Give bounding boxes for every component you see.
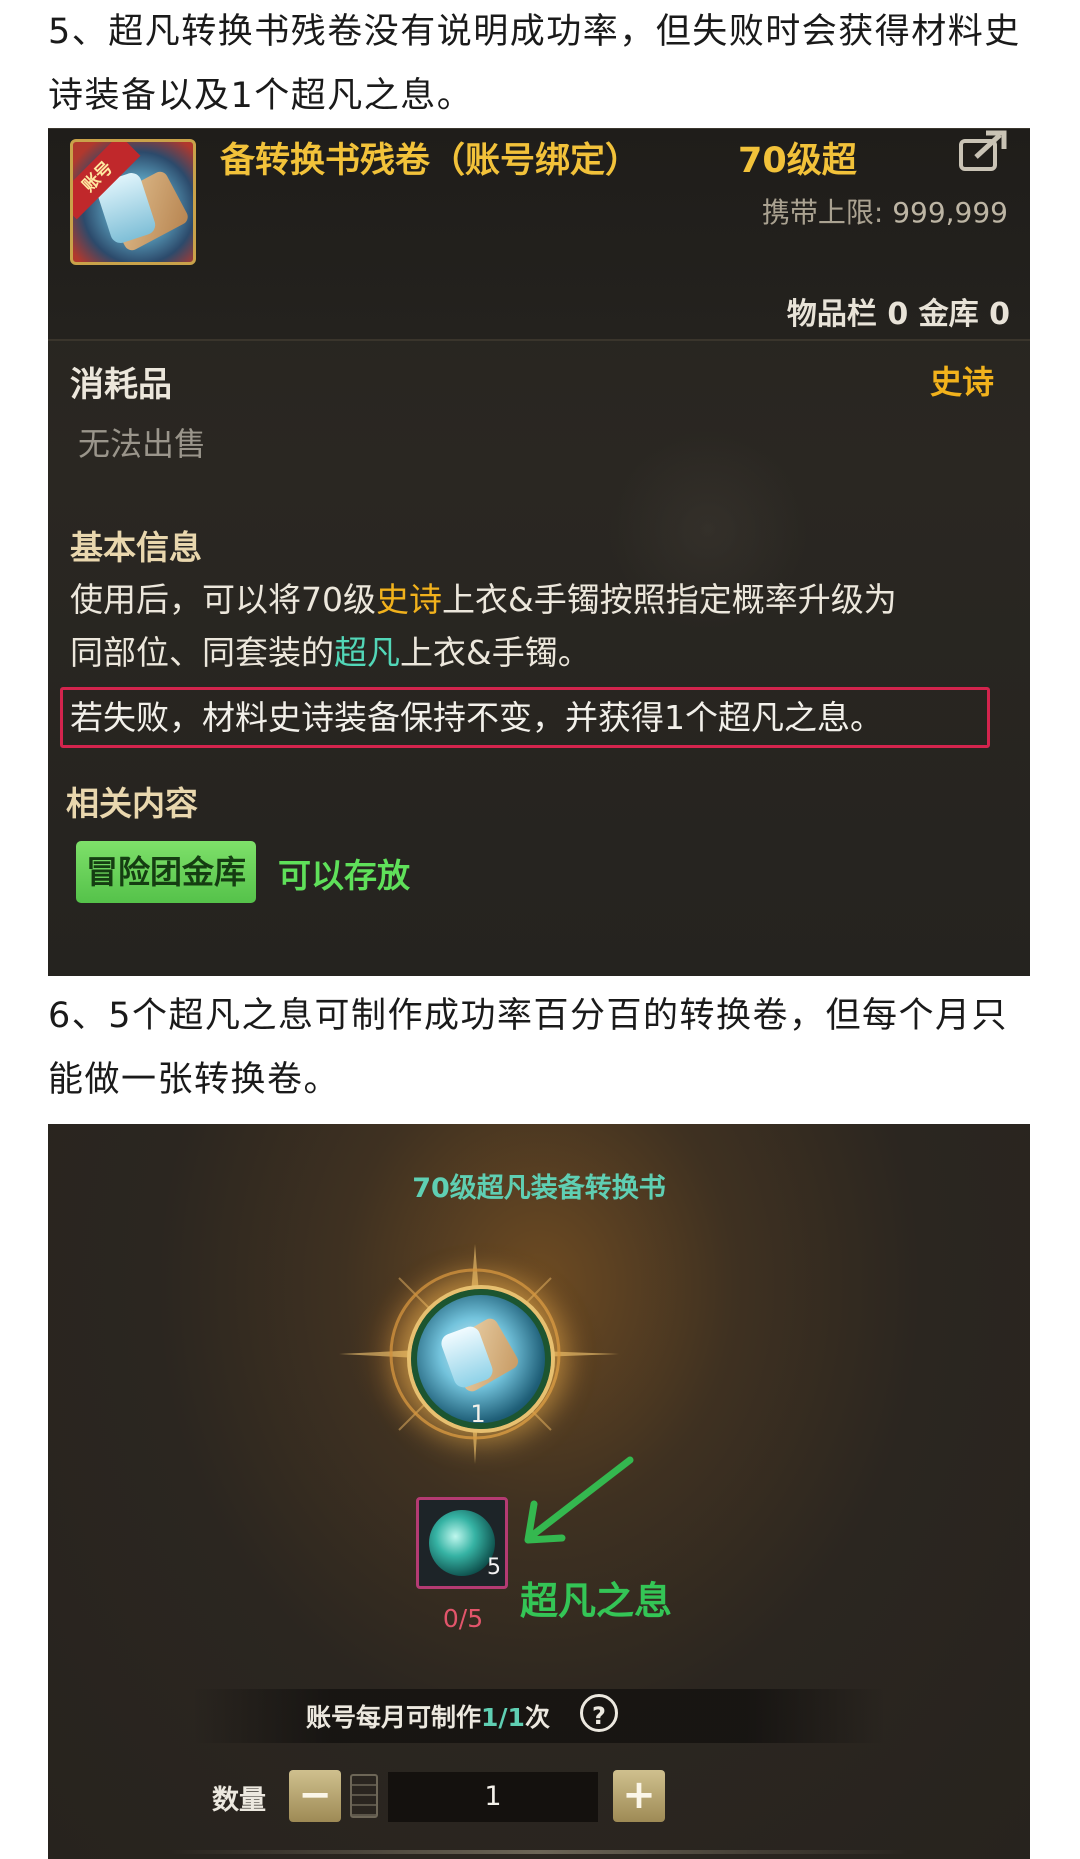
- description-text: 上衣&手镯。: [400, 633, 591, 672]
- carry-limit: 携带上限: 999,999: [762, 191, 1008, 231]
- monthly-limit-text: 账号每月可制作1/1次: [306, 1698, 550, 1734]
- help-icon[interactable]: ?: [580, 1694, 618, 1732]
- legendary-keyword: 超凡: [334, 633, 400, 672]
- basic-info-title: 基本信息: [70, 528, 202, 567]
- description-line-2: 同部位、同套装的超凡上衣&手镯。: [70, 626, 1010, 679]
- item-rarity: 史诗: [929, 363, 994, 401]
- vault-count: 0: [989, 297, 1010, 332]
- item-tooltip: 账号 备转换书残卷（账号绑定） 70级超 携带上限: 999,999 物品栏 0…: [48, 128, 1030, 976]
- divider: [168, 1850, 908, 1854]
- vault-label: 金库: [918, 297, 979, 332]
- description-line-1: 使用后，可以将70级史诗上衣&手镯按照指定概率升级为: [70, 573, 1010, 626]
- breath-annotation: 超凡之息: [520, 1579, 673, 1623]
- craft-panel: 70级超凡装备转换书 1 5 0/5 超凡之息 账号每月可制作1/1次 ? 数量…: [48, 1124, 1030, 1859]
- item-category: 消耗品: [70, 365, 172, 405]
- description-text: 上衣&手镯按照指定概率升级为: [442, 580, 897, 619]
- article-paragraph-6: 6、5个超凡之息可制作成功率百分百的转换卷，但每个月只能做一张转换卷。: [48, 996, 1009, 1100]
- increase-quantity-button[interactable]: +: [613, 1770, 665, 1822]
- item-icon: 账号: [70, 139, 196, 265]
- related-content-title: 相关内容: [66, 784, 198, 823]
- epic-keyword: 史诗: [376, 580, 442, 619]
- monthly-count: 1/1: [481, 1703, 525, 1732]
- item-name: 备转换书残卷（账号绑定）: [220, 141, 641, 181]
- breath-material-slot[interactable]: 5: [416, 1497, 508, 1589]
- article-paragraph-5: 5、超凡转换书残卷没有说明成功率，但失败时会获得材料史诗装备以及1个超凡之息。: [48, 12, 1021, 116]
- description-text: 使用后，可以将70级: [70, 580, 376, 619]
- breath-progress: 0/5: [442, 1604, 484, 1633]
- carry-limit-label: 携带上限:: [761, 196, 884, 229]
- tooltip-header: 账号 备转换书残卷（账号绑定） 70级超 携带上限: 999,999 物品栏 0…: [48, 129, 1030, 341]
- breath-quantity: 5: [487, 1555, 501, 1580]
- craft-title: 70级超凡装备转换书: [412, 1173, 666, 1204]
- inventory-label: 物品栏: [786, 297, 877, 332]
- inventory-count: 0: [887, 297, 909, 332]
- highlight-box: [60, 687, 990, 748]
- item-description: 使用后，可以将70级史诗上衣&手镯按照指定概率升级为 同部位、同套装的超凡上衣&…: [70, 573, 1010, 679]
- scroll-count: 1: [470, 1400, 486, 1428]
- item-level: 70级超: [738, 141, 857, 181]
- green-arrow-icon: [524, 1456, 634, 1544]
- share-icon[interactable]: [958, 129, 1008, 173]
- carry-limit-value: 999,999: [892, 196, 1008, 229]
- adventure-vault-badge: 冒险团金库: [76, 841, 257, 903]
- quantity-label: 数量: [212, 1785, 266, 1816]
- inventory-summary: 物品栏 0 金库 0: [787, 289, 1010, 333]
- monthly-suffix: 次: [524, 1703, 550, 1732]
- monthly-prefix: 账号每月可制作: [306, 1703, 482, 1732]
- description-text: 同部位、同套装的: [70, 633, 334, 672]
- quantity-input[interactable]: 1: [388, 1772, 598, 1822]
- decrease-quantity-button[interactable]: −: [289, 1770, 341, 1822]
- vault-storable-status: 可以存放: [278, 856, 410, 895]
- sell-status: 无法出售: [78, 425, 207, 463]
- calculator-icon[interactable]: [350, 1774, 378, 1818]
- transcendent-breath-icon: [429, 1510, 495, 1576]
